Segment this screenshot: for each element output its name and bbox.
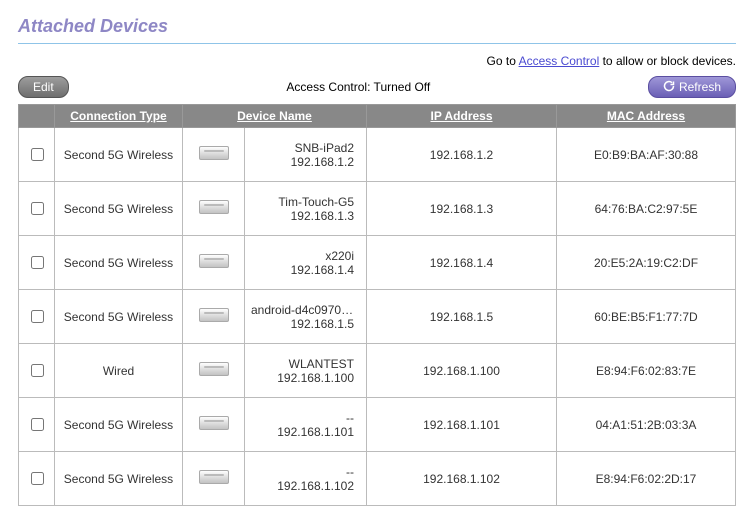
device-icon-cell bbox=[183, 182, 245, 236]
table-row: Second 5G Wireless--192.168.1.102192.168… bbox=[19, 452, 736, 506]
device-name: -- bbox=[251, 411, 354, 425]
col-checkbox bbox=[19, 105, 55, 128]
refresh-button-label: Refresh bbox=[679, 80, 721, 94]
device-name-ip: 192.168.1.101 bbox=[251, 425, 354, 439]
row-checkbox-cell bbox=[19, 290, 55, 344]
ip-address: 192.168.1.5 bbox=[367, 290, 557, 344]
ip-address: 192.168.1.100 bbox=[367, 344, 557, 398]
row-checkbox-cell bbox=[19, 236, 55, 290]
device-name-cell: WLANTEST192.168.1.100 bbox=[245, 344, 367, 398]
row-checkbox-cell bbox=[19, 344, 55, 398]
connection-type: Second 5G Wireless bbox=[55, 182, 183, 236]
device-icon bbox=[199, 200, 229, 214]
row-checkbox[interactable] bbox=[31, 202, 44, 215]
table-row: Second 5G Wirelessx220i192.168.1.4192.16… bbox=[19, 236, 736, 290]
device-icon bbox=[199, 362, 229, 376]
device-icon-cell bbox=[183, 236, 245, 290]
device-name-cell: --192.168.1.102 bbox=[245, 452, 367, 506]
device-name-cell: --192.168.1.101 bbox=[245, 398, 367, 452]
device-icon-cell bbox=[183, 290, 245, 344]
refresh-icon bbox=[663, 80, 675, 94]
mac-address: 04:A1:51:2B:03:3A bbox=[557, 398, 736, 452]
col-connection[interactable]: Connection Type bbox=[55, 105, 183, 128]
divider bbox=[18, 43, 736, 44]
row-checkbox-cell bbox=[19, 182, 55, 236]
table-header-row: Connection Type Device Name IP Address M… bbox=[19, 105, 736, 128]
hint-prefix: Go to bbox=[487, 54, 519, 68]
device-icon bbox=[199, 254, 229, 268]
refresh-button[interactable]: Refresh bbox=[648, 76, 736, 98]
device-name: -- bbox=[251, 465, 354, 479]
connection-type: Second 5G Wireless bbox=[55, 452, 183, 506]
device-name-ip: 192.168.1.100 bbox=[251, 371, 354, 385]
device-name: x220i bbox=[251, 249, 354, 263]
connection-type: Wired bbox=[55, 344, 183, 398]
mac-address: E8:94:F6:02:2D:17 bbox=[557, 452, 736, 506]
ip-address: 192.168.1.102 bbox=[367, 452, 557, 506]
device-name: WLANTEST bbox=[251, 357, 354, 371]
mac-address: 20:E5:2A:19:C2:DF bbox=[557, 236, 736, 290]
row-checkbox[interactable] bbox=[31, 364, 44, 377]
connection-type: Second 5G Wireless bbox=[55, 398, 183, 452]
device-name-cell: Tim-Touch-G5192.168.1.3 bbox=[245, 182, 367, 236]
device-name-ip: 192.168.1.3 bbox=[251, 209, 354, 223]
ip-address: 192.168.1.101 bbox=[367, 398, 557, 452]
device-name-ip: 192.168.1.2 bbox=[251, 155, 354, 169]
device-icon-cell bbox=[183, 452, 245, 506]
hint-suffix: to allow or block devices. bbox=[599, 54, 736, 68]
row-checkbox-cell bbox=[19, 398, 55, 452]
device-name-ip: 192.168.1.5 bbox=[251, 317, 354, 331]
edit-button-label: Edit bbox=[33, 80, 54, 94]
device-name-cell: SNB-iPad2192.168.1.2 bbox=[245, 128, 367, 182]
device-name-ip: 192.168.1.102 bbox=[251, 479, 354, 493]
mac-address: 64:76:BA:C2:97:5E bbox=[557, 182, 736, 236]
col-device-name[interactable]: Device Name bbox=[183, 105, 367, 128]
device-name: android-d4c097097bf9e7df bbox=[251, 303, 354, 317]
row-checkbox-cell bbox=[19, 128, 55, 182]
mac-address: 60:BE:B5:F1:77:7D bbox=[557, 290, 736, 344]
ip-address: 192.168.1.2 bbox=[367, 128, 557, 182]
table-row: Second 5G WirelessSNB-iPad2192.168.1.219… bbox=[19, 128, 736, 182]
access-control-link[interactable]: Access Control bbox=[519, 54, 600, 68]
device-icon bbox=[199, 416, 229, 430]
connection-type: Second 5G Wireless bbox=[55, 290, 183, 344]
device-name: Tim-Touch-G5 bbox=[251, 195, 354, 209]
ip-address: 192.168.1.3 bbox=[367, 182, 557, 236]
connection-type: Second 5G Wireless bbox=[55, 128, 183, 182]
device-icon bbox=[199, 308, 229, 322]
col-mac[interactable]: MAC Address bbox=[557, 105, 736, 128]
row-checkbox[interactable] bbox=[31, 148, 44, 161]
row-checkbox[interactable] bbox=[31, 256, 44, 269]
mac-address: E8:94:F6:02:83:7E bbox=[557, 344, 736, 398]
row-checkbox[interactable] bbox=[31, 472, 44, 485]
mac-address: E0:B9:BA:AF:30:88 bbox=[557, 128, 736, 182]
device-name-ip: 192.168.1.4 bbox=[251, 263, 354, 277]
device-icon-cell bbox=[183, 398, 245, 452]
table-row: Second 5G Wireless--192.168.1.101192.168… bbox=[19, 398, 736, 452]
connection-type: Second 5G Wireless bbox=[55, 236, 183, 290]
devices-table: Connection Type Device Name IP Address M… bbox=[18, 104, 736, 506]
device-icon-cell bbox=[183, 128, 245, 182]
device-name-cell: x220i192.168.1.4 bbox=[245, 236, 367, 290]
table-row: WiredWLANTEST192.168.1.100192.168.1.100E… bbox=[19, 344, 736, 398]
device-icon bbox=[199, 146, 229, 160]
page-title: Attached Devices bbox=[18, 16, 736, 37]
table-row: Second 5G Wireless android-d4c097097bf9e7… bbox=[19, 290, 736, 344]
access-control-status: Access Control: Turned Off bbox=[69, 80, 648, 94]
edit-button[interactable]: Edit bbox=[18, 76, 69, 98]
row-checkbox[interactable] bbox=[31, 418, 44, 431]
device-name: SNB-iPad2 bbox=[251, 141, 354, 155]
ip-address: 192.168.1.4 bbox=[367, 236, 557, 290]
row-checkbox-cell bbox=[19, 452, 55, 506]
device-icon-cell bbox=[183, 344, 245, 398]
table-row: Second 5G WirelessTim-Touch-G5192.168.1.… bbox=[19, 182, 736, 236]
row-checkbox[interactable] bbox=[31, 310, 44, 323]
device-icon bbox=[199, 470, 229, 484]
device-name-cell: android-d4c097097bf9e7df192.168.1.5 bbox=[245, 290, 367, 344]
col-ip[interactable]: IP Address bbox=[367, 105, 557, 128]
access-control-hint: Go to Access Control to allow or block d… bbox=[18, 54, 736, 68]
toolbar: Edit Access Control: Turned Off Refresh bbox=[18, 76, 736, 98]
